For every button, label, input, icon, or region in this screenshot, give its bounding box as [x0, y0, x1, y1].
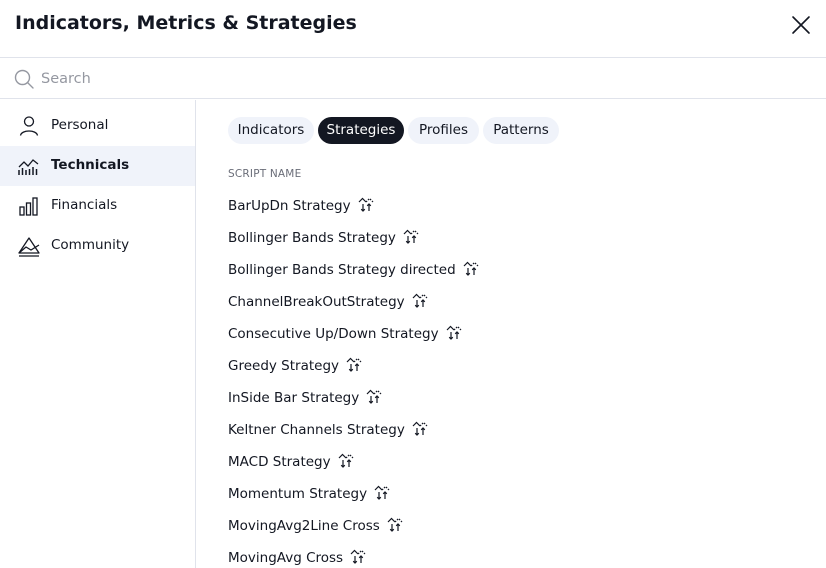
- script-row[interactable]: Greedy Strategy: [228, 350, 808, 382]
- script-name: MACD Strategy: [228, 454, 331, 470]
- script-name: Bollinger Bands Strategy directed: [228, 262, 456, 278]
- tab-strategies[interactable]: Strategies: [318, 117, 404, 144]
- search-icon: [14, 69, 34, 89]
- script-row[interactable]: Bollinger Bands Strategy: [228, 222, 808, 254]
- script-name: Consecutive Up/Down Strategy: [228, 326, 439, 342]
- script-name: MovingAvg Cross: [228, 550, 344, 566]
- person-icon: [19, 116, 39, 136]
- script-row[interactable]: Keltner Channels Strategy: [228, 414, 808, 446]
- script-row[interactable]: MovingAvg2Line Cross: [228, 510, 808, 542]
- sidebar-item-community[interactable]: Community: [0, 226, 195, 266]
- tab-profiles[interactable]: Profiles: [408, 117, 479, 144]
- script-row[interactable]: MACD Strategy: [228, 446, 808, 478]
- strategy-icon: [365, 388, 383, 406]
- sidebar: Personal Technicals Financials Community: [0, 100, 196, 568]
- tab-indicators[interactable]: Indicators: [228, 117, 314, 144]
- column-header-script-name: SCRIPT NAME: [228, 168, 302, 180]
- close-icon: [792, 16, 810, 34]
- strategy-icon: [349, 548, 367, 566]
- script-name: Greedy Strategy: [228, 358, 340, 374]
- technicals-icon: [18, 159, 39, 175]
- strategy-icon: [373, 484, 391, 502]
- sidebar-item-label: Financials: [51, 197, 118, 213]
- script-name: Bollinger Bands Strategy: [228, 230, 396, 246]
- script-name: Keltner Channels Strategy: [228, 422, 405, 438]
- script-name: BarUpDn Strategy: [228, 198, 351, 214]
- dialog-title: Indicators, Metrics & Strategies: [15, 12, 357, 34]
- dialog-header: Indicators, Metrics & Strategies: [0, 0, 826, 58]
- script-row[interactable]: ChannelBreakOutStrategy: [228, 286, 808, 318]
- search-bar: [0, 59, 826, 99]
- strategy-icon: [445, 324, 463, 342]
- strategy-icon: [386, 516, 404, 534]
- close-button[interactable]: [787, 11, 815, 39]
- sidebar-item-label: Community: [51, 237, 130, 253]
- strategy-icon: [462, 260, 480, 278]
- sidebar-item-label: Technicals: [51, 157, 130, 173]
- search-input[interactable]: [41, 67, 801, 91]
- script-row[interactable]: MovingAvg Cross: [228, 542, 808, 568]
- script-row[interactable]: Momentum Strategy: [228, 478, 808, 510]
- sidebar-item-financials[interactable]: Financials: [0, 186, 195, 226]
- script-row[interactable]: InSide Bar Strategy: [228, 382, 808, 414]
- script-name: InSide Bar Strategy: [228, 390, 360, 406]
- tab-patterns[interactable]: Patterns: [483, 117, 559, 144]
- sidebar-item-technicals[interactable]: Technicals: [0, 146, 195, 186]
- script-name: MovingAvg2Line Cross: [228, 518, 380, 534]
- sidebar-item-personal[interactable]: Personal: [0, 106, 195, 146]
- script-row[interactable]: Bollinger Bands Strategy directed: [228, 254, 808, 286]
- strategy-icon: [357, 196, 375, 214]
- strategy-icon: [337, 452, 355, 470]
- strategy-icon: [411, 420, 429, 438]
- script-row[interactable]: BarUpDn Strategy: [228, 190, 808, 222]
- sidebar-item-label: Personal: [51, 117, 109, 133]
- script-name: Momentum Strategy: [228, 486, 368, 502]
- script-name: ChannelBreakOutStrategy: [228, 294, 405, 310]
- community-icon: [18, 237, 40, 257]
- strategy-icon: [411, 292, 429, 310]
- strategy-icon: [402, 228, 420, 246]
- financials-icon: [19, 197, 38, 216]
- script-row[interactable]: Consecutive Up/Down Strategy: [228, 318, 808, 350]
- strategy-icon: [345, 356, 363, 374]
